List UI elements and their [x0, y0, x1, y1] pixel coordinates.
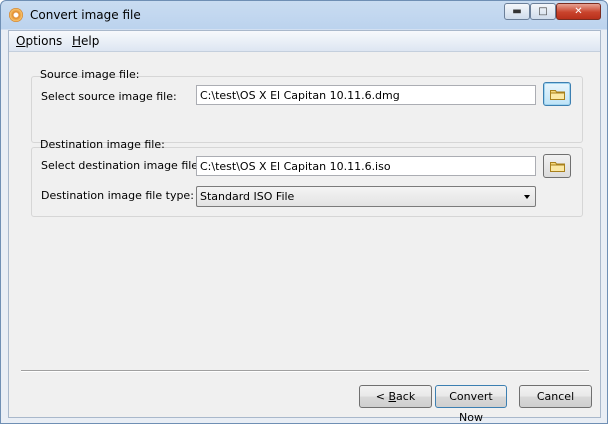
- source-group-title: Source image file:: [40, 68, 140, 81]
- menu-help-label: elp: [81, 34, 100, 48]
- convert-now-button[interactable]: Convert Now: [435, 385, 507, 424]
- menu-bar: Options Help: [9, 31, 600, 52]
- destination-file-input[interactable]: C:\test\OS X El Capitan 10.11.6.iso: [196, 156, 536, 176]
- disc-icon: [9, 8, 23, 22]
- back-accel: B: [388, 390, 397, 403]
- source-file-label: Select source image file:: [41, 90, 177, 103]
- back-label: ack: [396, 390, 416, 403]
- dialog-body: Options Help Source image file: Select s…: [8, 30, 601, 424]
- maximize-button[interactable]: □: [530, 3, 556, 20]
- maximize-icon: □: [538, 6, 548, 17]
- menu-options-label: ptions: [25, 34, 63, 48]
- source-browse-button[interactable]: [543, 82, 571, 106]
- folder-icon: [550, 90, 565, 100]
- minimize-button[interactable]: ▬: [504, 3, 530, 20]
- window-title: Convert image file: [30, 8, 141, 22]
- destination-type-label: Destination image file type:: [41, 189, 194, 202]
- destination-file-label: Select destination image file:: [41, 159, 202, 172]
- menu-help-accel: H: [72, 34, 82, 48]
- source-file-input[interactable]: C:\test\OS X El Capitan 10.11.6.dmg: [196, 85, 536, 105]
- destination-group-title: Destination image file:: [40, 138, 165, 151]
- close-button[interactable]: ✕: [556, 3, 601, 20]
- window: Convert image file ▬ □ ✕ Options Help So…: [0, 0, 608, 424]
- back-button[interactable]: < Back: [359, 385, 432, 408]
- minimize-icon: ▬: [512, 6, 522, 17]
- menu-options[interactable]: Options: [16, 34, 62, 48]
- destination-type-value: Standard ISO File: [200, 190, 295, 203]
- back-prefix: <: [375, 390, 389, 403]
- destination-type-select[interactable]: Standard ISO File: [196, 186, 536, 207]
- menu-help[interactable]: Help: [72, 34, 99, 48]
- cancel-button[interactable]: Cancel: [519, 385, 592, 408]
- close-icon: ✕: [574, 6, 583, 17]
- title-bar[interactable]: Convert image file ▬ □ ✕: [1, 1, 607, 30]
- separator: [21, 370, 589, 372]
- chevron-down-icon: [524, 195, 530, 199]
- folder-icon: [550, 162, 565, 172]
- destination-browse-button[interactable]: [543, 154, 571, 178]
